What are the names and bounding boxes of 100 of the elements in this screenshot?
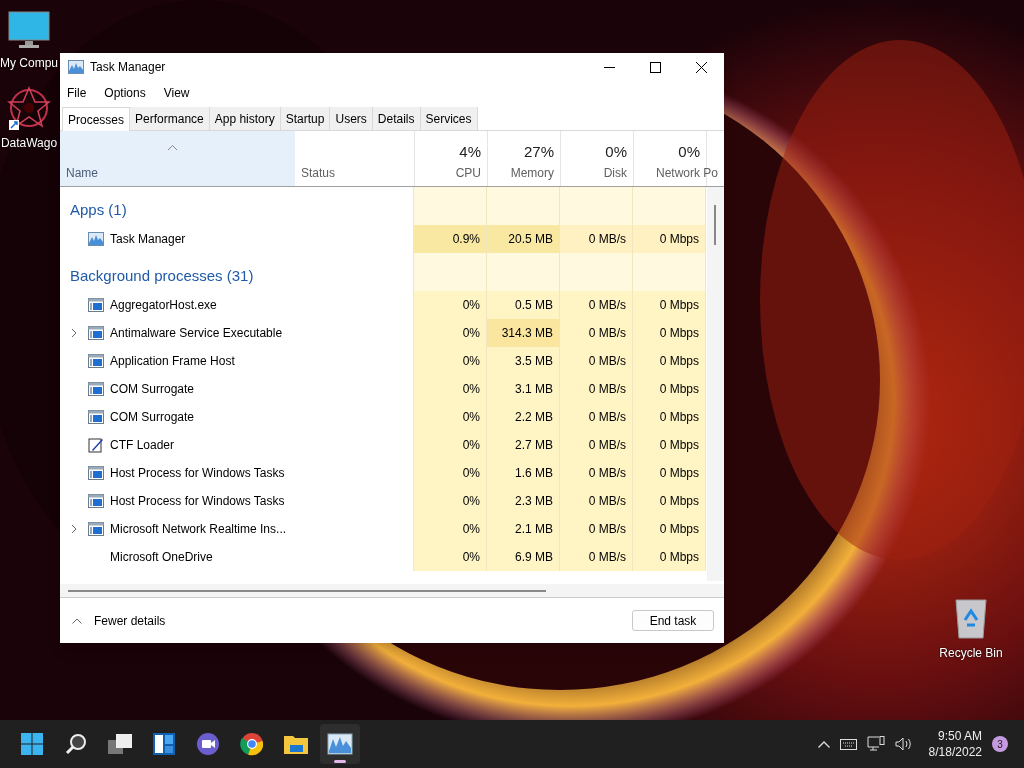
table-cell: 20.5 MB xyxy=(487,225,560,253)
star-pattern-icon xyxy=(7,86,51,130)
table-cell: 0% xyxy=(414,403,487,431)
table-cell: 0 MB/s xyxy=(560,487,633,515)
menu-item[interactable]: Options xyxy=(103,84,147,102)
table-cell: 0 MB/s xyxy=(560,225,633,253)
desktop-icon-label[interactable]: Recycle Bin xyxy=(939,644,1003,662)
process-name: Host Process for Windows Tasks xyxy=(110,493,285,510)
column-header[interactable]: Po xyxy=(703,164,718,182)
process-name: Microsoft Network Realtime Ins... xyxy=(110,521,287,538)
table-cell: 0 MB/s xyxy=(560,403,633,431)
window-title: Task Manager xyxy=(90,59,166,76)
table-cell: 6.9 MB xyxy=(487,543,560,571)
stacked-windows-icon xyxy=(107,733,133,755)
expand-chevron-icon[interactable] xyxy=(71,328,77,338)
column-total: 4% xyxy=(459,142,481,162)
tab[interactable]: App history xyxy=(209,107,281,130)
keyboard-icon[interactable] xyxy=(839,738,857,750)
tab[interactable]: Processes xyxy=(62,107,131,131)
table-cell: 0% xyxy=(414,459,487,487)
column-header[interactable]: CPU xyxy=(455,164,481,182)
group-title: Apps (1) xyxy=(70,199,127,220)
table-cell: 0% xyxy=(414,291,487,319)
table-cell: 0 Mbps xyxy=(633,347,706,375)
minimize-icon xyxy=(603,66,615,68)
table-cell: 0.9% xyxy=(414,225,487,253)
table-cell: 0 Mbps xyxy=(633,487,706,515)
column-total: 0% xyxy=(605,142,627,162)
table-cell: 0 Mbps xyxy=(633,543,706,571)
tab[interactable]: Startup xyxy=(280,107,331,130)
video-chat-icon xyxy=(196,732,220,756)
fewer-details-link[interactable]: Fewer details xyxy=(94,611,166,630)
process-name: Application Frame Host xyxy=(110,353,235,370)
vertical-scrollbar[interactable] xyxy=(707,187,724,581)
window-icon xyxy=(88,382,104,396)
process-name: Microsoft OneDrive xyxy=(110,549,213,566)
tab[interactable]: Details xyxy=(372,107,421,130)
column-header[interactable]: Name xyxy=(66,164,98,182)
table-cell: 0 Mbps xyxy=(633,225,706,253)
close-icon xyxy=(695,61,707,73)
process-name: CTF Loader xyxy=(110,437,175,454)
process-name: Host Process for Windows Tasks xyxy=(110,465,285,482)
window-icon xyxy=(88,298,104,312)
column-header[interactable]: Network xyxy=(656,164,700,182)
table-cell: 0 MB/s xyxy=(560,347,633,375)
column-header[interactable]: Status xyxy=(301,164,336,182)
recycle-bin-icon xyxy=(953,598,989,640)
desktop-icon-label[interactable]: DataWago xyxy=(0,134,58,152)
chevron-up-icon[interactable] xyxy=(817,740,830,748)
active-indicator xyxy=(334,760,346,763)
table-cell: 0 Mbps xyxy=(633,459,706,487)
table-cell: 3.5 MB xyxy=(487,347,560,375)
widgets-icon xyxy=(152,732,176,756)
window-icon xyxy=(88,410,104,424)
table-cell: 0 Mbps xyxy=(633,515,706,543)
windows-logo-icon xyxy=(20,732,44,756)
column-header[interactable]: Disk xyxy=(603,164,627,182)
monitor-icon xyxy=(7,10,51,50)
sort-caret-icon xyxy=(168,145,177,150)
chrome-icon xyxy=(240,732,264,756)
menu-item[interactable]: View xyxy=(162,84,191,102)
table-cell: 2.3 MB xyxy=(487,487,560,515)
graph-icon xyxy=(68,60,84,74)
table-cell: 2.2 MB xyxy=(487,403,560,431)
process-name: COM Surrogate xyxy=(110,381,195,398)
notification-badge[interactable]: 3 xyxy=(992,736,1008,752)
folder-icon xyxy=(283,733,309,755)
table-cell: 0% xyxy=(414,375,487,403)
table-cell: 2.7 MB xyxy=(487,431,560,459)
clock-time[interactable]: 9:50 AM xyxy=(937,728,982,744)
end-task-button[interactable]: End task xyxy=(632,610,714,631)
table-cell: 0 MB/s xyxy=(560,543,633,571)
network-monitor-icon[interactable] xyxy=(866,736,885,752)
tab[interactable]: Services xyxy=(420,107,478,130)
menu-item[interactable]: File xyxy=(66,84,88,102)
table-cell: 0 MB/s xyxy=(560,459,633,487)
table-cell: 0 Mbps xyxy=(633,375,706,403)
expand-chevron-icon[interactable] xyxy=(71,524,77,534)
speaker-icon[interactable] xyxy=(894,737,913,751)
process-name: Task Manager xyxy=(110,231,186,248)
process-name: AggregatorHost.exe xyxy=(110,297,217,314)
table-cell: 0% xyxy=(414,487,487,515)
table-cell: 0 Mbps xyxy=(633,291,706,319)
window-icon xyxy=(88,522,104,536)
column-header[interactable]: Memory xyxy=(510,164,554,182)
clock-date[interactable]: 8/18/2022 xyxy=(928,744,982,760)
graph-icon xyxy=(88,232,104,246)
table-cell: 0 MB/s xyxy=(560,431,633,459)
window-icon xyxy=(88,354,104,368)
tab[interactable]: Performance xyxy=(130,107,210,130)
tab[interactable]: Users xyxy=(330,107,373,130)
horizontal-scrollbar[interactable] xyxy=(60,584,724,598)
window-icon xyxy=(88,326,104,340)
window-icon xyxy=(88,494,104,508)
process-name: Antimalware Service Executable xyxy=(110,325,283,342)
column-total: 0% xyxy=(678,142,700,162)
taskbar-button[interactable] xyxy=(320,724,360,764)
desktop-icon-label[interactable]: My Compu xyxy=(0,54,58,72)
table-cell: 0% xyxy=(414,319,487,347)
maximize-icon xyxy=(649,61,661,73)
